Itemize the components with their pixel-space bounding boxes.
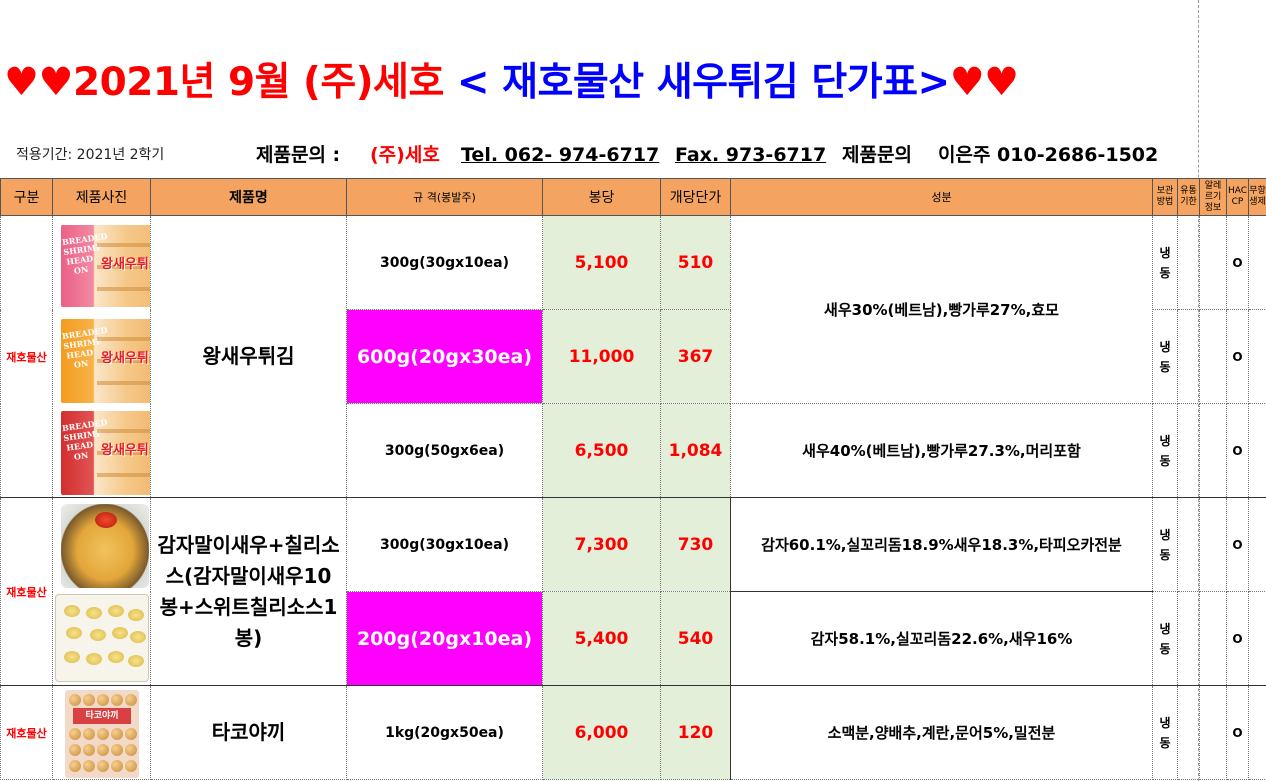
potato-shrimp-plate-image bbox=[61, 504, 149, 588]
storage-cell: 냉 동 bbox=[1152, 685, 1178, 780]
header-gmo: 무항 생제 bbox=[1248, 178, 1266, 216]
unit-price: 730 bbox=[660, 497, 731, 592]
product-photo: BREADED SHRIMP HEAD ON왕새우튀김 BREADED SHRI… bbox=[52, 215, 151, 498]
allergy-cell bbox=[1199, 309, 1227, 404]
header-gubun: 구분 bbox=[0, 178, 53, 216]
shrimp-package-image: BREADED SHRIMP HEAD ON왕새우튀김 bbox=[61, 225, 150, 307]
storage-cell: 냉 동 bbox=[1152, 215, 1178, 310]
gmo-cell bbox=[1248, 309, 1266, 404]
heart-left-icon: ♥♥ bbox=[4, 60, 73, 105]
fax-number: Fax. 973-6717 bbox=[675, 144, 827, 166]
expiry-cell bbox=[1177, 403, 1200, 498]
allergy-cell bbox=[1199, 215, 1227, 310]
potato-shrimp-bag-image bbox=[55, 594, 149, 682]
price-table: 구분 제품사진 제품명 규 격(봉발주) 봉당 개당단가 성분 보관 방법 유통… bbox=[0, 178, 1266, 780]
haccp-cell: O bbox=[1226, 685, 1249, 780]
page-title: ♥♥2021년 9월 (주)세호 < 재호물산 새우튀김 단가표>♥♥ bbox=[4, 56, 1019, 110]
table-row: 재호물산 BREADED SHRIMP HEAD ON왕새우튀김 BREADED… bbox=[0, 215, 1266, 498]
bongdang-price: 6,000 bbox=[542, 685, 661, 780]
haccp-cell: O bbox=[1226, 309, 1249, 404]
header-spec: 규 격(봉발주) bbox=[346, 178, 543, 216]
storage-cell: 냉 동 bbox=[1152, 309, 1178, 404]
product-name: 왕새우튀김 bbox=[150, 215, 347, 498]
spec-cell: 300g(30gx10ea) bbox=[346, 215, 543, 310]
table-row: 재호물산 타코야끼 타코야끼 1kg(20gx50ea) 6,000 120 소… bbox=[0, 685, 1266, 780]
haccp-cell: O bbox=[1226, 403, 1249, 498]
gmo-cell bbox=[1248, 403, 1266, 498]
ingredients-cell: 소맥분,양배추,계란,문어5%,밀전분 bbox=[730, 685, 1153, 780]
header-expiry: 유통 기한 bbox=[1177, 178, 1200, 216]
bongdang-price: 11,000 bbox=[542, 309, 661, 404]
tel-number: Tel. 062- 974-6717 bbox=[461, 144, 660, 166]
header-storage: 보관 방법 bbox=[1152, 178, 1178, 216]
expiry-cell bbox=[1177, 497, 1200, 592]
allergy-cell bbox=[1199, 403, 1227, 498]
bongdang-price: 7,300 bbox=[542, 497, 661, 592]
spec-cell: 300g(30gx10ea) bbox=[346, 497, 543, 592]
product-name: 타코야끼 bbox=[150, 685, 347, 780]
spec-cell: 300g(50gx6ea) bbox=[346, 403, 543, 498]
ingredients-cell: 새우40%(베트남),빵가루27.3%,머리포함 bbox=[730, 403, 1153, 498]
ingredients-cell: 감자60.1%,실꼬리돔18.9%새우18.3%,타피오카전분 bbox=[730, 497, 1153, 592]
unit-price: 367 bbox=[660, 309, 731, 404]
takoyaki-package-image: 타코야끼 bbox=[65, 690, 139, 778]
spec-cell: 1kg(20gx50ea) bbox=[346, 685, 543, 780]
title-list-name: < 재호물산 새우튀김 단가표> bbox=[456, 60, 950, 105]
header-haccp: HAC CP bbox=[1226, 178, 1249, 216]
bongdang-price: 6,500 bbox=[542, 403, 661, 498]
header-ingredients: 성분 bbox=[730, 178, 1153, 216]
shrimp-package-image: BREADED SHRIMP HEAD ON왕새우튀김 bbox=[61, 319, 150, 403]
title-date-company: 2021년 9월 (주)세호 bbox=[72, 60, 444, 105]
allergy-cell bbox=[1199, 591, 1227, 686]
gubun-cell: 재호물산 bbox=[0, 685, 53, 780]
table-row: 재호물산 감자말이새우+칠리소스(감자말이새우10봉+스위트칠리소스1봉) 30… bbox=[0, 497, 1266, 686]
expiry-cell bbox=[1177, 685, 1200, 780]
haccp-cell: O bbox=[1226, 591, 1249, 686]
storage-cell: 냉 동 bbox=[1152, 403, 1178, 498]
product-photo: 타코야끼 bbox=[52, 685, 151, 780]
inquiry-label-2: 제품문의 bbox=[842, 144, 912, 166]
ingredients-cell: 감자58.1%,실꼬리돔22.6%,새우16% bbox=[730, 591, 1153, 686]
expiry-cell bbox=[1177, 215, 1200, 310]
header-name: 제품명 bbox=[150, 178, 347, 216]
gmo-cell bbox=[1248, 685, 1266, 780]
bongdang-price: 5,400 bbox=[542, 591, 661, 686]
expiry-cell bbox=[1177, 591, 1200, 686]
header-bongdang: 봉당 bbox=[542, 178, 661, 216]
product-name: 감자말이새우+칠리소스(감자말이새우10봉+스위트칠리소스1봉) bbox=[150, 497, 347, 686]
expiry-cell bbox=[1177, 309, 1200, 404]
spec-cell: 600g(20gx30ea) bbox=[346, 309, 543, 404]
unit-price: 120 bbox=[660, 685, 731, 780]
company-name: (주)세호 bbox=[370, 144, 440, 166]
haccp-cell: O bbox=[1226, 215, 1249, 310]
ingredients-cell: 새우30%(베트남),빵가루27%,효모 bbox=[730, 215, 1153, 404]
period-text: 적용기간: 2021년 2학기 bbox=[16, 147, 165, 163]
storage-cell: 냉 동 bbox=[1152, 497, 1178, 592]
shrimp-package-image: BREADED SHRIMP HEAD ON왕새우튀김 bbox=[61, 411, 150, 495]
unit-price: 510 bbox=[660, 215, 731, 310]
gmo-cell bbox=[1248, 497, 1266, 592]
header-allergy: 알레 르기 정보 bbox=[1199, 178, 1227, 216]
gubun-cell: 재호물산 bbox=[0, 497, 53, 686]
haccp-cell: O bbox=[1226, 497, 1249, 592]
gmo-cell bbox=[1248, 215, 1266, 310]
spec-cell: 200g(20gx10ea) bbox=[346, 591, 543, 686]
unit-price: 1,084 bbox=[660, 403, 731, 498]
contact-person: 이은주 010-2686-1502 bbox=[938, 144, 1159, 166]
unit-price: 540 bbox=[660, 591, 731, 686]
inquiry-label: 제품문의 : bbox=[256, 144, 341, 166]
header-row: 구분 제품사진 제품명 규 격(봉발주) 봉당 개당단가 성분 보관 방법 유통… bbox=[0, 178, 1266, 216]
header-unit-price: 개당단가 bbox=[660, 178, 731, 216]
gmo-cell bbox=[1248, 591, 1266, 686]
gubun-cell: 재호물산 bbox=[0, 215, 53, 498]
header-photo: 제품사진 bbox=[52, 178, 151, 216]
storage-cell: 냉 동 bbox=[1152, 591, 1178, 686]
product-photo bbox=[52, 497, 151, 686]
allergy-cell bbox=[1199, 497, 1227, 592]
allergy-cell bbox=[1199, 685, 1227, 780]
heart-right-icon: ♥♥ bbox=[949, 60, 1019, 105]
bongdang-price: 5,100 bbox=[542, 215, 661, 310]
